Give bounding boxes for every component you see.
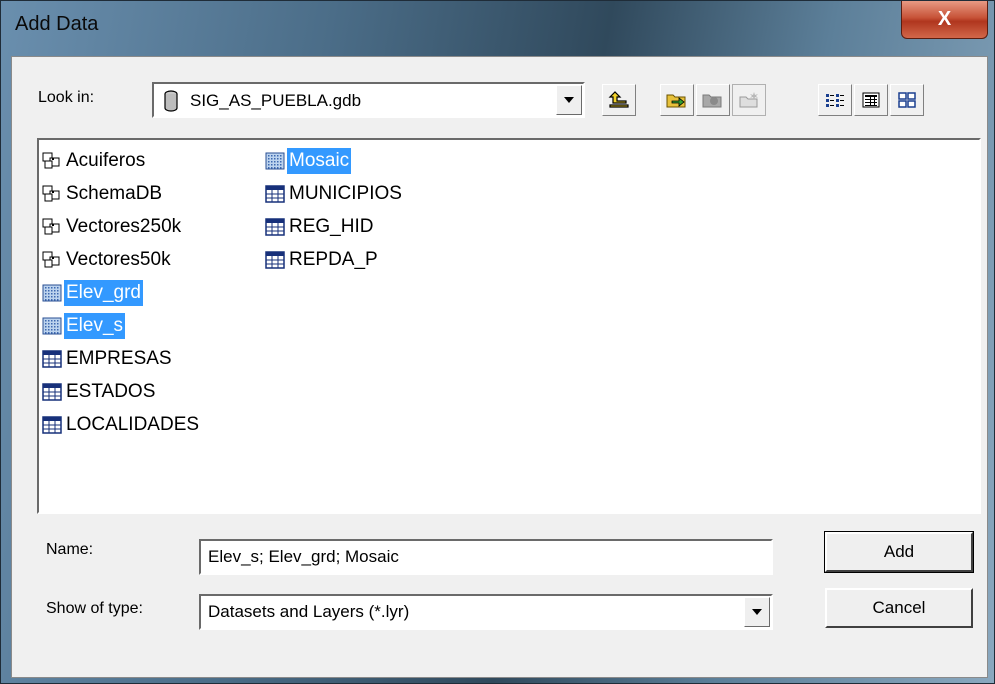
list-view-icon xyxy=(826,94,844,107)
table-icon xyxy=(42,382,62,401)
look-in-label: Look in: xyxy=(38,89,95,106)
list-item-label: REG_HID xyxy=(289,215,374,237)
list-item-label: Vectores250k xyxy=(66,215,182,237)
raster-icon xyxy=(265,152,285,169)
file-list-column-1: Acuiferos SchemaDB Vectores250k Vectores50k… xyxy=(42,144,201,441)
raster-icon xyxy=(42,284,62,301)
name-input-value: Elev_s; Elev_grd; Mosaic xyxy=(208,547,399,566)
list-item[interactable]: Elev_grd xyxy=(42,276,201,309)
list-item-label: Elev_grd xyxy=(64,279,143,306)
list-item-label: Elev_s xyxy=(64,312,126,339)
show-of-type-value: Datasets and Layers (*.lyr) xyxy=(208,602,410,621)
up-one-level-button[interactable] xyxy=(602,84,636,116)
list-item-label: SchemaDB xyxy=(66,182,163,204)
cancel-button[interactable]: Cancel xyxy=(825,588,973,628)
list-view-button[interactable] xyxy=(818,84,852,116)
dialog-client-area: Look in: SIG_AS_PUEBLA.gdb Acuiferos Sch… xyxy=(11,56,988,678)
feature-dataset-icon xyxy=(42,251,60,267)
raster-icon xyxy=(42,317,62,334)
thumbnails-view-button[interactable] xyxy=(890,84,924,116)
list-item[interactable]: MUNICIPIOS xyxy=(265,177,404,210)
table-icon xyxy=(265,184,285,203)
list-item[interactable]: REPDA_P xyxy=(265,243,404,276)
disconnect-folder-button[interactable] xyxy=(696,84,730,116)
list-item-label: ESTADOS xyxy=(66,380,156,402)
list-item[interactable]: Mosaic xyxy=(265,144,404,177)
list-item[interactable]: Acuiferos xyxy=(42,144,201,177)
file-list[interactable]: Acuiferos SchemaDB Vectores250k Vectores50k… xyxy=(37,138,981,514)
feature-dataset-icon xyxy=(42,152,60,168)
close-button[interactable]: X xyxy=(901,1,988,39)
name-label: Name: xyxy=(46,541,94,558)
look-in-value: SIG_AS_PUEBLA.gdb xyxy=(190,91,362,110)
table-icon xyxy=(42,415,62,434)
chevron-down-icon xyxy=(564,97,574,103)
new-folder-icon xyxy=(739,92,758,108)
file-list-column-2: Mosaic MUNICIPIOS REG_HID REPDA_P xyxy=(265,144,404,276)
list-item-label: MUNICIPIOS xyxy=(289,182,402,204)
list-item-label: EMPRESAS xyxy=(66,347,172,369)
table-icon xyxy=(265,250,285,269)
list-item-label: Vectores50k xyxy=(66,248,171,270)
thumbnails-view-icon xyxy=(898,92,916,108)
add-button[interactable]: Add xyxy=(824,531,974,573)
details-view-icon xyxy=(862,92,880,108)
list-item[interactable]: Elev_s xyxy=(42,309,201,342)
list-item-label: Mosaic xyxy=(287,147,352,174)
list-item-label: REPDA_P xyxy=(289,248,378,270)
chevron-down-icon xyxy=(752,609,762,615)
list-item[interactable]: Vectores50k xyxy=(42,243,201,276)
database-icon xyxy=(164,90,178,112)
folder-up-icon xyxy=(608,91,629,108)
show-of-type-select[interactable]: Datasets and Layers (*.lyr) xyxy=(199,594,773,630)
look-in-dropdown-button[interactable] xyxy=(556,85,582,115)
disconnect-folder-icon xyxy=(702,94,722,108)
add-data-dialog: Add Data X Look in: SIG_AS_PUEBLA.gdb Ac… xyxy=(0,0,995,684)
feature-dataset-icon xyxy=(42,185,60,201)
list-item-label: LOCALIDADES xyxy=(66,413,200,435)
name-input[interactable]: Elev_s; Elev_grd; Mosaic xyxy=(199,539,773,575)
list-item[interactable]: EMPRESAS xyxy=(42,342,201,375)
show-of-type-dropdown-button[interactable] xyxy=(744,597,770,627)
list-item[interactable]: LOCALIDADES xyxy=(42,408,201,441)
details-view-button[interactable] xyxy=(854,84,888,116)
list-item[interactable]: SchemaDB xyxy=(42,177,201,210)
list-item[interactable]: REG_HID xyxy=(265,210,404,243)
table-icon xyxy=(42,349,62,368)
list-item[interactable]: Vectores250k xyxy=(42,210,201,243)
new-folder-button[interactable] xyxy=(732,84,766,116)
show-of-type-label: Show of type: xyxy=(46,600,143,617)
window-title: Add Data xyxy=(15,13,99,35)
feature-dataset-icon xyxy=(42,218,60,234)
list-item-label: Acuiferos xyxy=(66,149,146,171)
connect-folder-button[interactable] xyxy=(660,84,694,116)
connect-folder-icon xyxy=(666,94,686,108)
list-item[interactable]: ESTADOS xyxy=(42,375,201,408)
table-icon xyxy=(265,217,285,236)
look-in-combo[interactable]: SIG_AS_PUEBLA.gdb xyxy=(152,82,585,118)
